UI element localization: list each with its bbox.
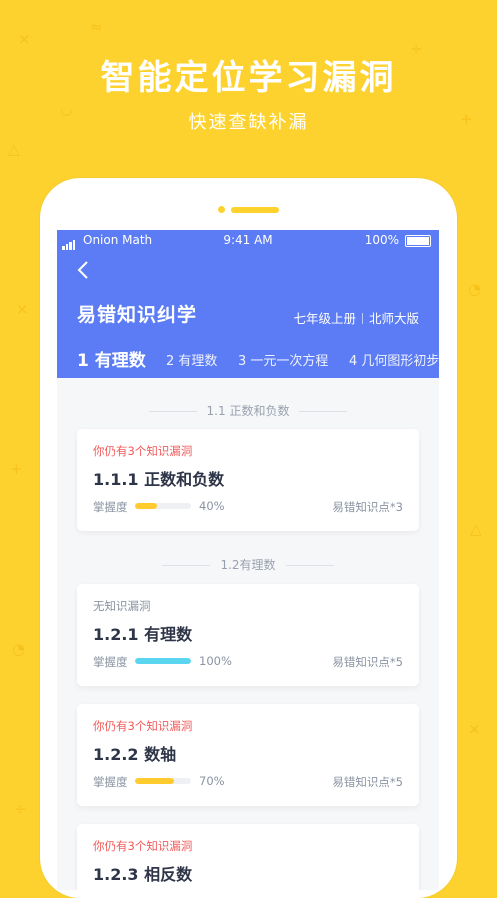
- decor-symbol: ×: [468, 720, 481, 738]
- tab-chapter-4[interactable]: 4 几何图形初步: [349, 350, 439, 369]
- mastery-label: 掌握度: [93, 775, 128, 789]
- app-screen: Onion Math 9:41 AM 100% 易错知识纠学 七年级上册 北师大版…: [57, 230, 439, 890]
- card-title: 1.2.1 有理数: [93, 625, 193, 644]
- phone-camera: [218, 206, 225, 213]
- knowledge-card[interactable]: 你仍有3个知识漏洞 1.1.1 正数和负数 掌握度 40% 易错知识点*3: [77, 429, 419, 531]
- decor-symbol: ≈: [90, 18, 103, 36]
- tab-chapter-2[interactable]: 2 有理数: [166, 350, 217, 369]
- decor-symbol: ×: [18, 30, 31, 48]
- tab-chapter-1[interactable]: 1 有理数: [77, 346, 146, 371]
- mastery-percent: 70%: [199, 774, 225, 788]
- grade-label: 七年级上册: [293, 311, 356, 326]
- gap-status: 无知识漏洞: [93, 599, 151, 613]
- error-points: 易错知识点*5: [332, 775, 403, 789]
- decor-symbol: ◔: [12, 640, 26, 658]
- error-points: 易错知识点*3: [332, 500, 403, 514]
- mastery-bar: [135, 503, 191, 509]
- section-heading: 1.1 正数和负数: [57, 402, 439, 419]
- mastery-bar: [135, 778, 191, 784]
- section-heading: 1.2有理数: [57, 556, 439, 573]
- error-points: 易错知识点*5: [332, 655, 403, 669]
- gap-status: 你仍有3个知识漏洞: [93, 719, 193, 733]
- edition-label: 北师大版: [368, 311, 419, 326]
- decor-symbol: ÷: [14, 800, 27, 818]
- promo-headline: 智能定位学习漏洞: [100, 58, 397, 98]
- tab-chapter-3[interactable]: 3 一元一次方程: [238, 350, 328, 369]
- mastery-percent: 40%: [199, 499, 225, 513]
- mastery-percent: 100%: [199, 654, 232, 668]
- decor-symbol: △: [8, 140, 20, 158]
- knowledge-card[interactable]: 无知识漏洞 1.2.1 有理数 掌握度 100% 易错知识点*5: [77, 584, 419, 686]
- textbook-meta[interactable]: 七年级上册 北师大版: [293, 308, 419, 327]
- battery-percent: 100%: [364, 233, 399, 247]
- chapter-tabs: 1 有理数 2 有理数 3 一元一次方程 4 几何图形初步: [57, 344, 439, 374]
- card-title: 1.2.3 相反数: [93, 865, 193, 884]
- mastery-label: 掌握度: [93, 500, 128, 514]
- knowledge-card[interactable]: 你仍有3个知识漏洞 1.2.3 相反数: [77, 824, 419, 890]
- divider: [361, 313, 363, 324]
- battery-icon: [405, 235, 431, 247]
- mastery-label: 掌握度: [93, 655, 128, 669]
- decor-symbol: +: [10, 460, 23, 478]
- gap-status: 你仍有3个知识漏洞: [93, 444, 193, 458]
- gap-status: 你仍有3个知识漏洞: [93, 839, 193, 853]
- mastery-bar-fill: [135, 503, 158, 509]
- promo-subline: 快速查缺补漏: [188, 112, 309, 133]
- card-title: 1.1.1 正数和负数: [93, 470, 225, 489]
- phone-speaker: [231, 207, 279, 213]
- card-title: 1.2.2 数轴: [93, 745, 177, 764]
- decor-symbol: △: [470, 520, 482, 538]
- knowledge-card[interactable]: 你仍有3个知识漏洞 1.2.2 数轴 掌握度 70% 易错知识点*5: [77, 704, 419, 806]
- mastery-bar-fill: [135, 658, 191, 664]
- decor-symbol: ◔: [468, 280, 482, 298]
- status-bar: Onion Math 9:41 AM 100%: [57, 233, 439, 250]
- chevron-left-icon[interactable]: [77, 260, 89, 286]
- header-panel: Onion Math 9:41 AM 100% 易错知识纠学 七年级上册 北师大版…: [57, 230, 439, 378]
- mastery-bar: [135, 658, 191, 664]
- page-title: 易错知识纠学: [77, 304, 198, 326]
- decor-symbol: ×: [16, 300, 29, 318]
- mastery-bar-fill: [135, 778, 175, 784]
